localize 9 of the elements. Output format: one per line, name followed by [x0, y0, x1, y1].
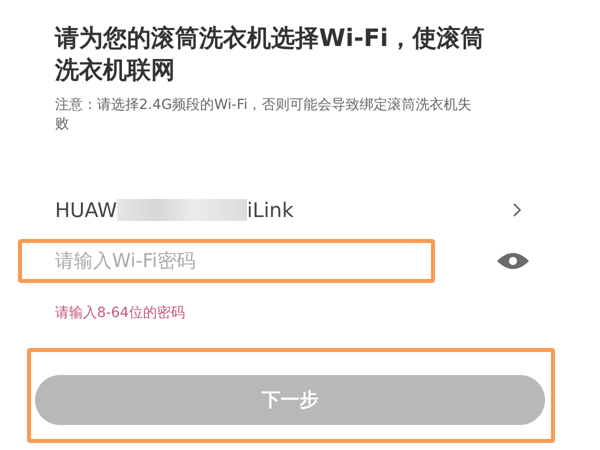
- chevron-icon: [512, 202, 522, 218]
- eye-icon[interactable]: [496, 251, 530, 271]
- network-name: iLink: [247, 198, 294, 222]
- network-selector[interactable]: HUAW iLink: [55, 192, 555, 228]
- page-title: 请为您的滚筒洗衣机选择Wi-Fi，使滚筒洗衣机联网: [55, 23, 486, 86]
- notice-text: 注意：请选择2.4G频段的Wi-Fi，否则可能会导致绑定滚筒洗衣机失败: [55, 96, 473, 134]
- password-hint: 请输入8-64位的密码: [55, 304, 186, 322]
- network-name: HUAW: [55, 198, 118, 222]
- password-field[interactable]: 请输入Wi-Fi密码: [18, 239, 435, 283]
